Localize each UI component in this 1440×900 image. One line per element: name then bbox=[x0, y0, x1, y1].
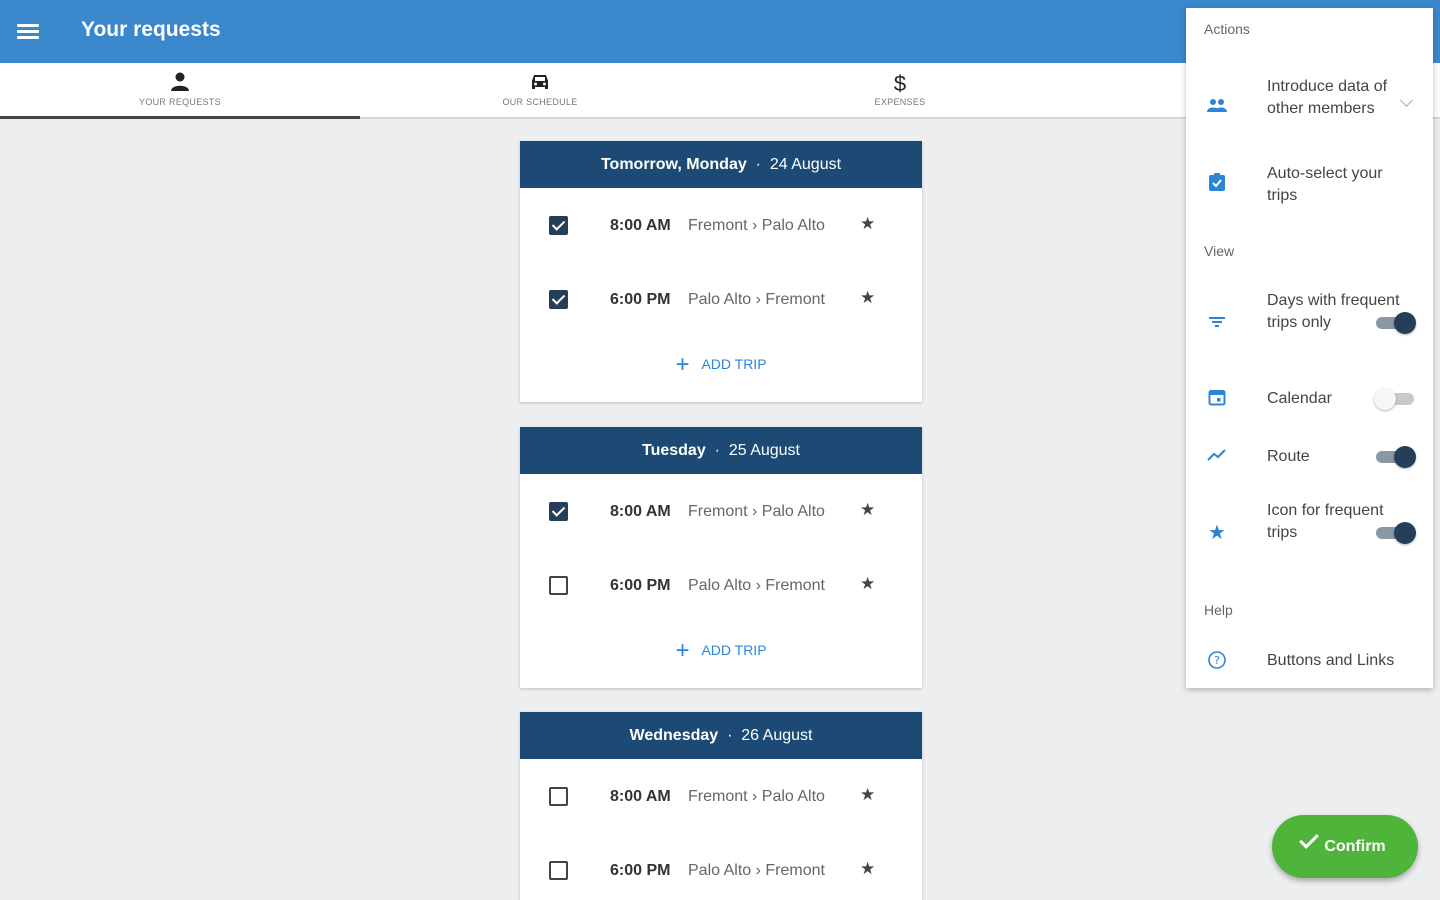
confirm-button[interactable]: Confirm bbox=[1272, 815, 1418, 878]
tab-label: OUR SCHEDULE bbox=[502, 97, 578, 107]
day-date: 24 August bbox=[769, 156, 842, 173]
trip-row: 6:00 PM Palo Alto › Fremont ★ bbox=[520, 262, 922, 336]
section-label-actions: Actions bbox=[1204, 21, 1250, 37]
star-icon: ★ bbox=[1208, 522, 1226, 544]
day-date: 26 August bbox=[741, 727, 813, 744]
car-icon bbox=[360, 71, 720, 97]
trip-route: Fremont › Palo Alto bbox=[688, 788, 825, 805]
menu-item-frequent-days[interactable]: Days with frequent trips only bbox=[1186, 288, 1433, 360]
menu-icon[interactable] bbox=[17, 22, 41, 42]
tab-our-schedule[interactable]: OUR SCHEDULE bbox=[360, 63, 720, 119]
tab-expenses[interactable]: $ EXPENSES bbox=[720, 63, 1080, 119]
trip-time: 8:00 AM bbox=[610, 503, 671, 520]
trip-row: 6:00 PM Palo Alto › Fremont ★ bbox=[520, 548, 922, 622]
svg-text:?: ? bbox=[1214, 654, 1220, 667]
section-label-help: Help bbox=[1204, 602, 1233, 618]
menu-item-label: Introduce data of other members bbox=[1267, 78, 1388, 117]
options-menu: Actions Introduce data of other members … bbox=[1186, 8, 1433, 688]
menu-item-calendar[interactable]: Calendar bbox=[1186, 378, 1433, 418]
filter-icon bbox=[1206, 313, 1228, 335]
dollar-icon: $ bbox=[893, 71, 907, 96]
day-card: Wednesday · 26 August 8:00 AM Fremont › … bbox=[520, 712, 922, 900]
group-icon bbox=[1206, 98, 1228, 120]
route-toggle[interactable] bbox=[1374, 446, 1416, 468]
check-icon bbox=[1299, 829, 1320, 849]
trip-checkbox[interactable] bbox=[549, 216, 568, 235]
trip-time: 6:00 PM bbox=[610, 291, 671, 308]
page-title: Your requests bbox=[81, 18, 221, 41]
day-header: Wednesday · 26 August bbox=[520, 712, 922, 759]
trending-icon bbox=[1206, 446, 1228, 468]
clipboard-check-icon bbox=[1206, 172, 1228, 194]
tab-label: YOUR REQUESTS bbox=[139, 97, 221, 107]
help-circle-icon: ? bbox=[1206, 650, 1228, 672]
calendar-toggle[interactable] bbox=[1374, 388, 1416, 410]
star-icon[interactable]: ★ bbox=[860, 214, 875, 234]
trip-checkbox[interactable] bbox=[549, 502, 568, 521]
trip-route: Palo Alto › Fremont bbox=[688, 291, 825, 308]
menu-item-buttons-links[interactable]: ? Buttons and Links bbox=[1186, 644, 1433, 680]
day-name: Wednesday bbox=[629, 727, 719, 744]
trip-row: 6:00 PM Palo Alto › Fremont ★ bbox=[520, 833, 922, 900]
add-trip-label: ADD TRIP bbox=[701, 356, 767, 372]
star-icon[interactable]: ★ bbox=[860, 288, 875, 308]
trip-row: 8:00 AM Fremont › Palo Alto ★ bbox=[520, 759, 922, 833]
star-icon[interactable]: ★ bbox=[860, 785, 875, 805]
menu-item-route[interactable]: Route bbox=[1186, 436, 1433, 476]
frequent-icon-toggle[interactable] bbox=[1374, 522, 1416, 544]
confirm-label: Confirm bbox=[1324, 838, 1386, 855]
add-trip-label: ADD TRIP bbox=[701, 642, 767, 658]
person-icon bbox=[0, 71, 360, 97]
day-card: Tomorrow, Monday · 24 August 8:00 AM Fre… bbox=[520, 141, 922, 402]
star-icon[interactable]: ★ bbox=[860, 574, 875, 594]
trip-time: 6:00 PM bbox=[610, 862, 671, 879]
trip-checkbox[interactable] bbox=[549, 576, 568, 595]
trip-time: 6:00 PM bbox=[610, 577, 671, 594]
trip-row: 8:00 AM Fremont › Palo Alto ★ bbox=[520, 474, 922, 548]
tab-label: EXPENSES bbox=[874, 97, 926, 107]
add-trip-button[interactable]: + ADD TRIP bbox=[520, 622, 922, 688]
frequent-days-toggle[interactable] bbox=[1374, 312, 1416, 334]
day-card: Tuesday · 25 August 8:00 AM Fremont › Pa… bbox=[520, 427, 922, 688]
day-header: Tuesday · 25 August bbox=[520, 427, 922, 474]
menu-item-auto-select[interactable]: Auto-select your trips bbox=[1186, 158, 1433, 218]
menu-item-frequent-icon[interactable]: ★ Icon for frequent trips bbox=[1186, 498, 1433, 570]
menu-item-label: Buttons and Links bbox=[1267, 652, 1395, 669]
trip-route: Fremont › Palo Alto bbox=[688, 217, 825, 234]
trip-checkbox[interactable] bbox=[549, 787, 568, 806]
trip-route: Palo Alto › Fremont bbox=[688, 862, 825, 879]
trip-route: Fremont › Palo Alto bbox=[688, 503, 825, 520]
menu-item-introduce-data[interactable]: Introduce data of other members bbox=[1186, 66, 1433, 146]
trip-time: 8:00 AM bbox=[610, 788, 671, 805]
section-label-view: View bbox=[1204, 243, 1235, 259]
day-name: Tuesday bbox=[641, 442, 706, 459]
day-name: Tomorrow, Monday bbox=[600, 156, 747, 173]
trip-checkbox[interactable] bbox=[549, 290, 568, 309]
calendar-icon bbox=[1206, 388, 1228, 410]
day-header: Tomorrow, Monday · 24 August bbox=[520, 141, 922, 188]
day-date: 25 August bbox=[728, 442, 800, 459]
tab-your-requests[interactable]: YOUR REQUESTS bbox=[0, 63, 360, 119]
trip-time: 8:00 AM bbox=[610, 217, 671, 234]
trip-row: 8:00 AM Fremont › Palo Alto ★ bbox=[520, 188, 922, 262]
menu-item-label: Auto-select your trips bbox=[1267, 165, 1383, 204]
trip-route: Palo Alto › Fremont bbox=[688, 577, 825, 594]
star-icon[interactable]: ★ bbox=[860, 500, 875, 520]
plus-icon: + bbox=[675, 351, 690, 378]
add-trip-button[interactable]: + ADD TRIP bbox=[520, 336, 922, 402]
trip-checkbox[interactable] bbox=[549, 861, 568, 880]
plus-icon: + bbox=[675, 637, 690, 664]
star-icon[interactable]: ★ bbox=[860, 859, 875, 879]
